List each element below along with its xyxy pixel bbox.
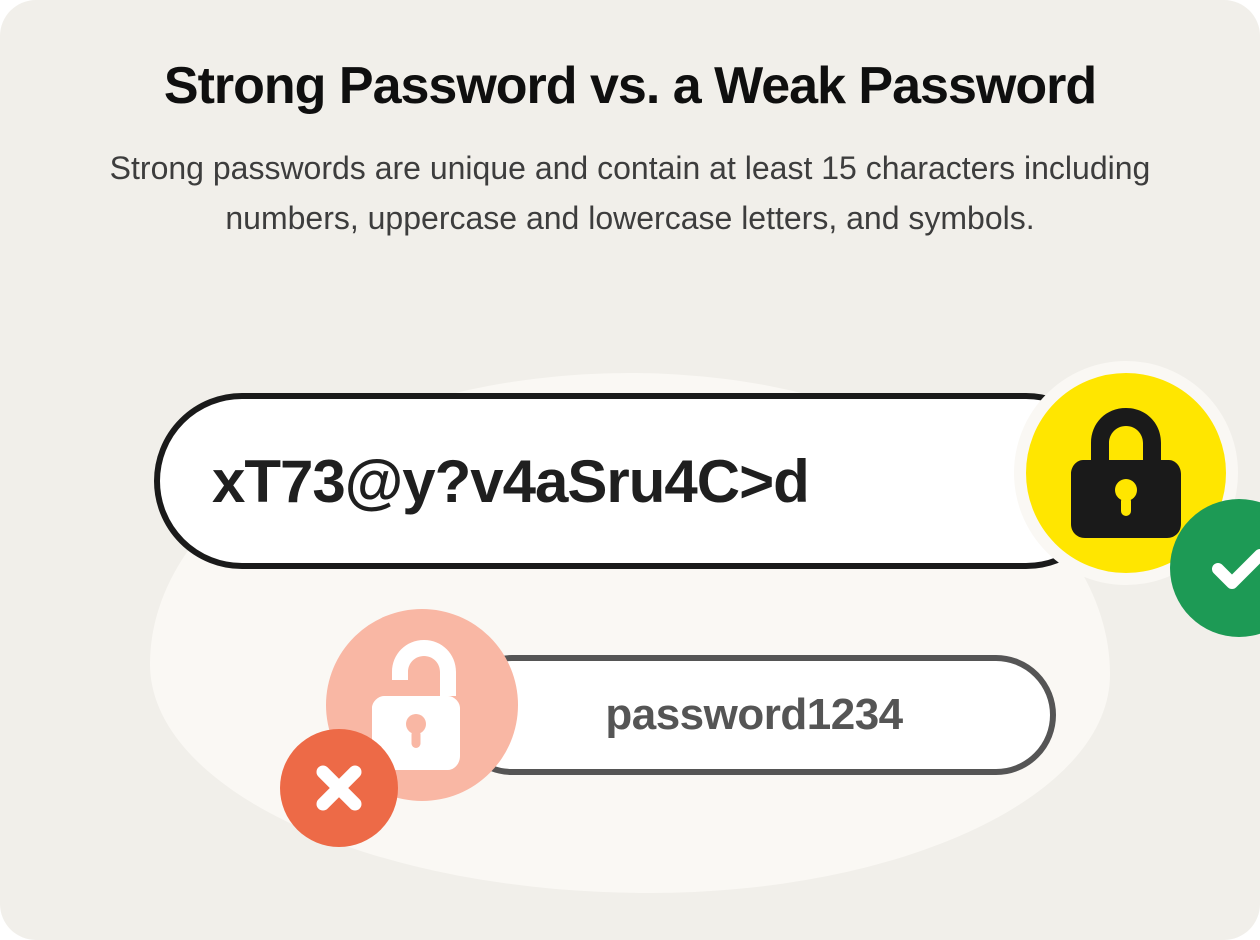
weak-password-pill: password1234	[452, 655, 1056, 775]
page-subtitle: Strong passwords are unique and contain …	[100, 144, 1160, 243]
check-icon	[1204, 533, 1260, 603]
x-icon-badge	[280, 729, 398, 847]
weak-password-text: password1234	[605, 690, 902, 740]
strong-password-text: xT73@y?v4aSru4C>d	[212, 447, 809, 516]
x-icon	[311, 760, 367, 816]
lock-open-icon	[372, 640, 472, 770]
infographic-card: Strong Password vs. a Weak Password Stro…	[0, 0, 1260, 940]
page-title: Strong Password vs. a Weak Password	[64, 56, 1196, 116]
strong-password-pill: xT73@y?v4aSru4C>d	[154, 393, 1114, 569]
illustration-area: xT73@y?v4aSru4C>d password1234	[64, 313, 1196, 853]
lock-closed-icon	[1071, 408, 1181, 538]
